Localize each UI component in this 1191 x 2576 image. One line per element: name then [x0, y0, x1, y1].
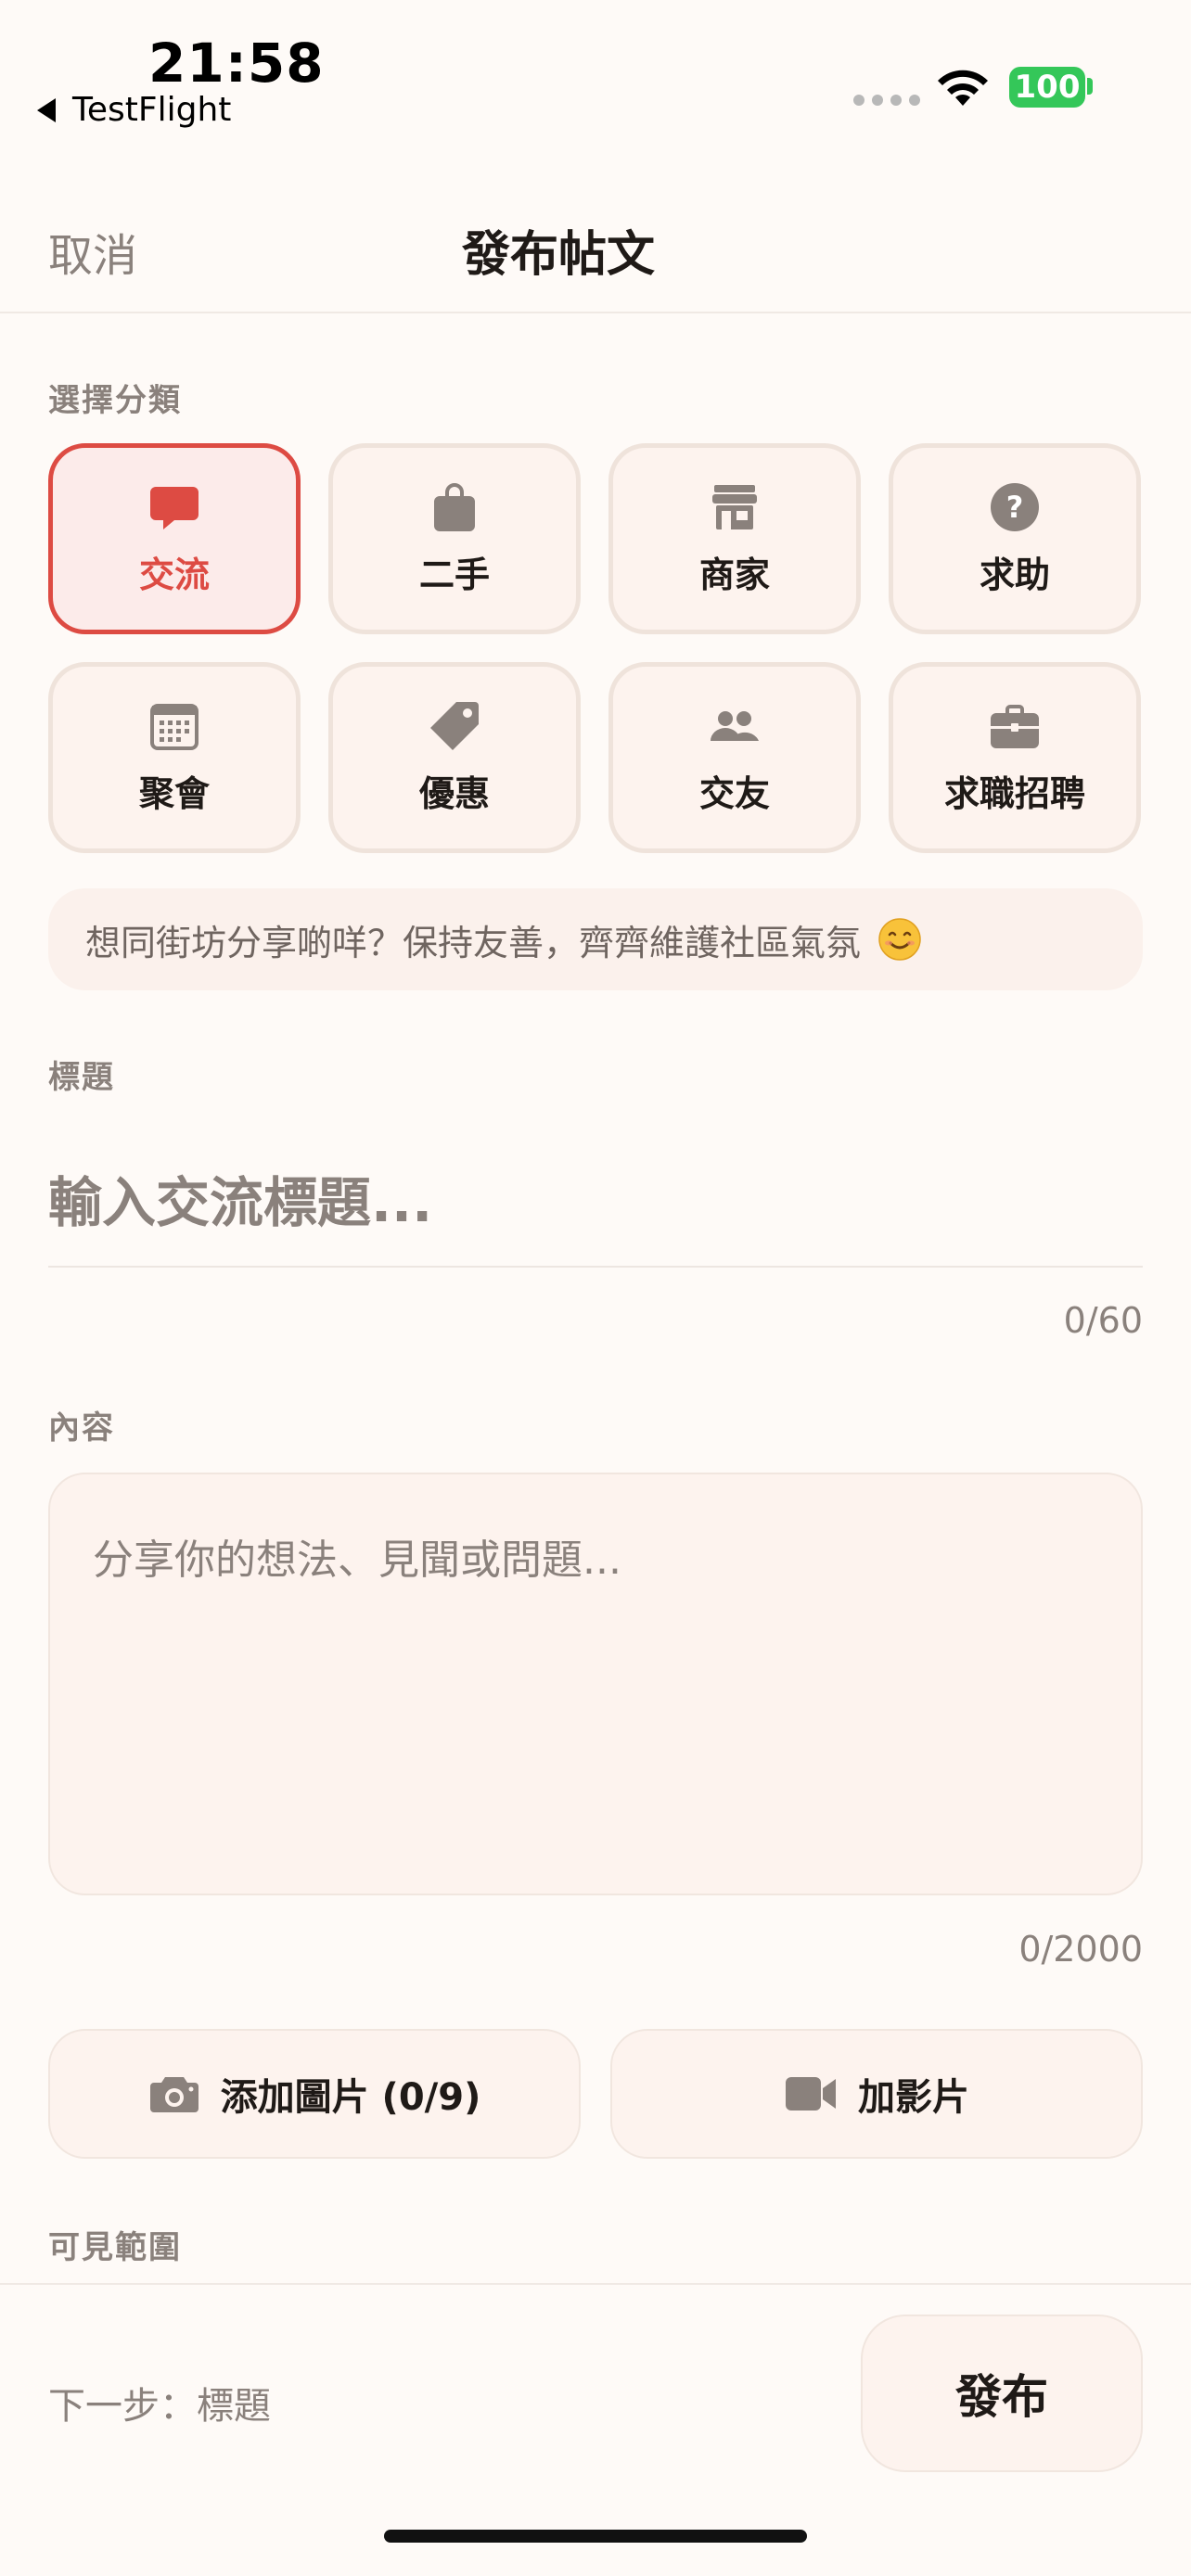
storefront-icon	[712, 484, 757, 529]
category-gathering[interactable]: 聚會	[48, 662, 301, 853]
svg-text:?: ?	[1006, 490, 1024, 525]
visibility-section-label: 可見範圍	[48, 2229, 182, 2266]
content-char-counter: 0/2000	[1018, 1929, 1143, 1970]
tag-icon	[430, 701, 479, 750]
wifi-icon	[938, 70, 988, 106]
category-label: 求職招聘	[943, 772, 1085, 814]
add-image-label: 添加圖片 (0/9)	[220, 2076, 481, 2119]
category-friends[interactable]: 交友	[608, 662, 861, 853]
category-merchant[interactable]: 商家	[608, 443, 861, 634]
briefcase-icon	[991, 704, 1039, 748]
camera-icon	[149, 2077, 198, 2112]
back-app-label: TestFlight	[72, 91, 232, 129]
category-section-label: 選擇分類	[48, 382, 182, 419]
category-label: 二手	[418, 554, 490, 595]
chat-bubble-icon	[150, 486, 198, 529]
category-help[interactable]: ? 求助	[889, 443, 1141, 634]
tip-text: 想同街坊分享啲咩？保持友善，齊齊維護社區氣氛	[85, 922, 862, 963]
community-tip: 想同街坊分享啲咩？保持友善，齊齊維護社區氣氛	[48, 888, 1143, 990]
battery-tip	[1087, 78, 1093, 95]
add-video-button[interactable]: 加影片	[610, 2029, 1143, 2159]
content-section-label: 內容	[48, 1409, 115, 1447]
home-indicator[interactable]	[384, 2530, 807, 2543]
category-deals[interactable]: 優惠	[328, 662, 581, 853]
category-label: 求助	[979, 554, 1050, 595]
question-circle-icon: ?	[991, 482, 1039, 531]
battery-indicator: 100	[1009, 67, 1085, 108]
category-chat[interactable]: 交流	[48, 443, 301, 634]
content-textarea[interactable]: 分享你的想法、見聞或問題...	[48, 1473, 1143, 1895]
footer-divider	[0, 2283, 1191, 2285]
next-step-hint: 下一步：標題	[48, 2385, 271, 2428]
publish-button[interactable]: 發布	[861, 2315, 1143, 2472]
nav-divider	[0, 312, 1191, 313]
title-section-label: 標題	[48, 1059, 115, 1096]
title-char-counter: 0/60	[1063, 1300, 1143, 1341]
page-title: 發布帖文	[461, 227, 655, 283]
back-triangle-icon	[37, 97, 56, 122]
smiley-emoji-icon	[878, 918, 921, 961]
video-camera-icon	[786, 2077, 836, 2111]
category-label: 商家	[698, 554, 770, 595]
title-input[interactable]: 輸入交流標題...	[48, 1159, 432, 1237]
category-label: 交流	[138, 554, 210, 595]
category-label: 交友	[698, 772, 770, 814]
back-to-app-link[interactable]: TestFlight	[37, 91, 231, 129]
people-icon	[711, 710, 759, 741]
status-time: 21:58	[148, 32, 325, 95]
content-placeholder: 分享你的想法、見聞或問題...	[93, 1537, 621, 1584]
add-image-button[interactable]: 添加圖片 (0/9)	[48, 2029, 581, 2159]
category-jobs[interactable]: 求職招聘	[889, 662, 1141, 853]
calendar-icon	[150, 703, 198, 750]
category-secondhand[interactable]: 二手	[328, 443, 581, 634]
category-label: 聚會	[138, 772, 210, 814]
title-underline	[48, 1266, 1143, 1268]
category-label: 優惠	[418, 772, 490, 814]
add-video-label: 加影片	[858, 2076, 969, 2119]
shopping-bag-icon	[434, 482, 475, 531]
cellular-signal-icon	[853, 95, 920, 106]
